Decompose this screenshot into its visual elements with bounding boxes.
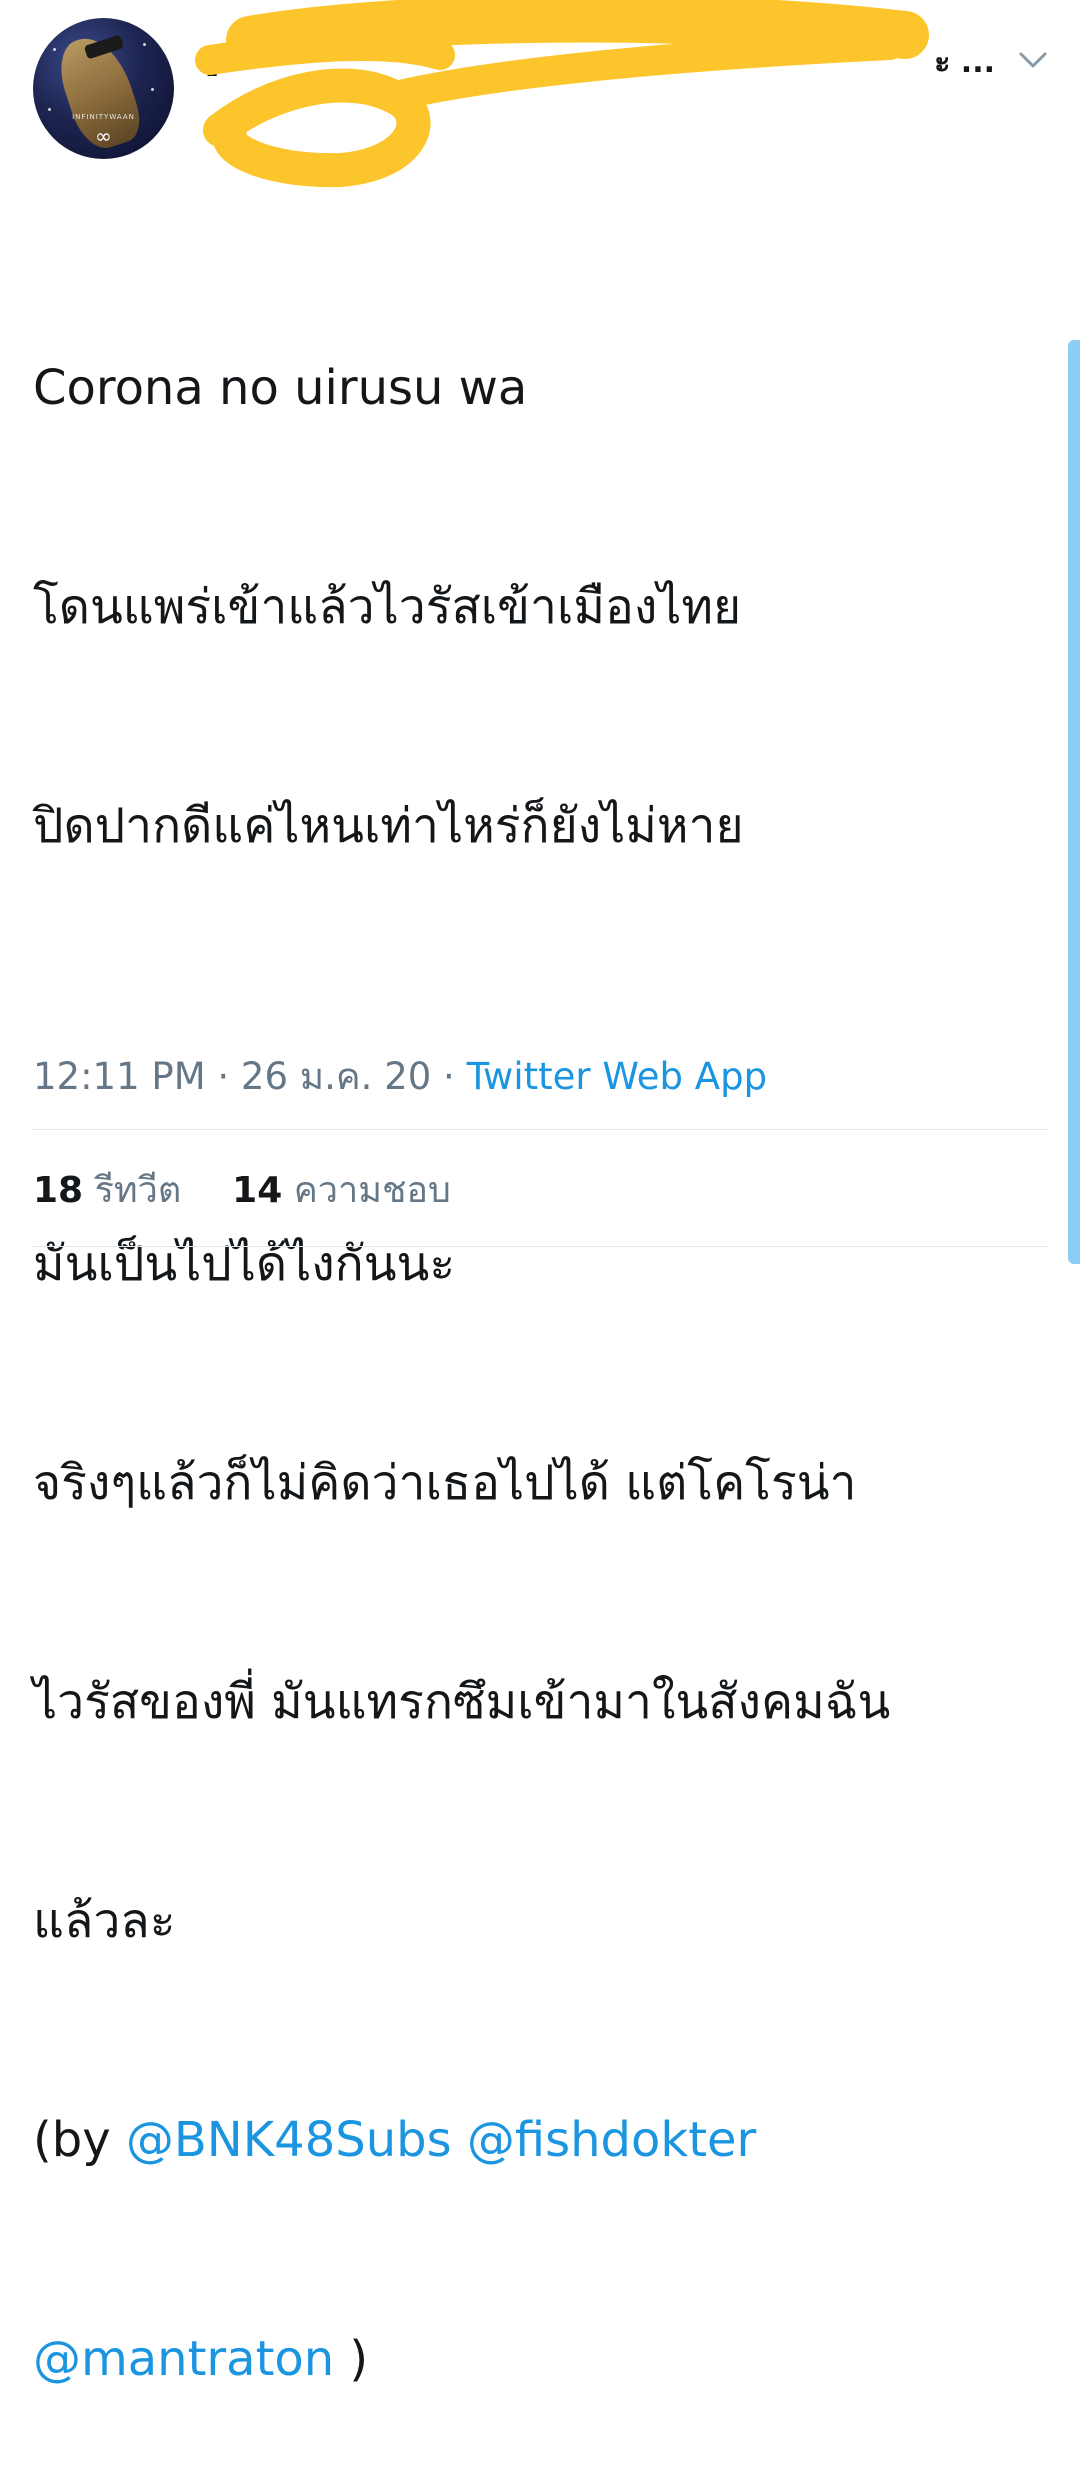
tweet-text-line: ไวรัสของพี่ มันแทรกซึมเข้ามาในสังคมฉัน — [33, 1674, 891, 1730]
tweet-text-line: มันเป็นไปได้ไงกันนะ — [33, 1236, 456, 1292]
tweet-text-line: Corona no uirusu wa — [33, 360, 528, 416]
retweets-stat[interactable]: 18 รีทวีต — [33, 1170, 181, 1211]
avatar[interactable]: INFINITYWAAN ∞ — [33, 18, 174, 159]
likes-label: ความชอบ — [293, 1170, 451, 1211]
likes-count: 14 — [232, 1170, 283, 1211]
tweet-source-link[interactable]: Twitter Web App — [467, 1055, 767, 1098]
author-name-suffix: ะ ... — [934, 45, 995, 80]
avatar-star — [143, 43, 146, 46]
tweet-time[interactable]: 12:11 PM — [33, 1055, 206, 1098]
tweet-credit-line: (by @BNK48Subs @fishdokter — [33, 2104, 1053, 2177]
avatar-watermark: INFINITYWAAN — [72, 113, 135, 121]
tweet-text-line: แล้วละ — [33, 1893, 176, 1949]
avatar-star — [53, 48, 56, 51]
mention-link[interactable]: @BNK48Subs — [126, 2112, 452, 2168]
retweets-label: รีทวีต — [94, 1170, 182, 1211]
avatar-star — [151, 88, 154, 91]
tweet-stats: 18 รีทวีต 14 ความชอบ — [33, 1166, 451, 1216]
redaction-scribble — [195, 0, 929, 188]
tweet-date[interactable]: 26 ม.ค. 20 — [241, 1055, 431, 1098]
tweet-text-line: โดนแพร่เข้าแล้วไวรัสเข้าเมืองไทย — [33, 579, 742, 635]
likes-stat[interactable]: 14 ความชอบ — [232, 1170, 451, 1211]
scrollbar[interactable] — [1068, 340, 1080, 1264]
retweets-count: 18 — [33, 1170, 84, 1211]
tweet-text-line: ปิดปากดีแค่ไหนเท่าไหร่ก็ยังไม่หาย — [33, 798, 744, 854]
tweet-meta: 12:11 PM · 26 ม.ค. 20 · Twitter Web App — [33, 1047, 767, 1106]
chevron-down-icon[interactable] — [1016, 44, 1050, 74]
tweet-text-line: จริงๆแล้วก็ไม่คิดว่าเธอไปได้ แต่โคโรน่า — [33, 1455, 857, 1511]
avatar-star — [48, 108, 51, 111]
meta-separator: · — [205, 1055, 241, 1098]
credit-prefix: (by — [33, 2112, 126, 2168]
mention-link[interactable]: @mantraton — [33, 2331, 334, 2387]
tweet-credit-line: @mantraton ) — [33, 2323, 1053, 2396]
avatar-infinity-symbol: ∞ — [95, 124, 112, 148]
credit-suffix: ) — [334, 2331, 369, 2387]
divider — [33, 1246, 1048, 1247]
tweet-text: Corona no uirusu wa โดนแพร่เข้าแล้วไวรัส… — [33, 206, 1053, 2469]
divider — [33, 1129, 1048, 1130]
mention-link[interactable]: @fishdokter — [467, 2112, 756, 2168]
meta-separator: · — [431, 1055, 467, 1098]
